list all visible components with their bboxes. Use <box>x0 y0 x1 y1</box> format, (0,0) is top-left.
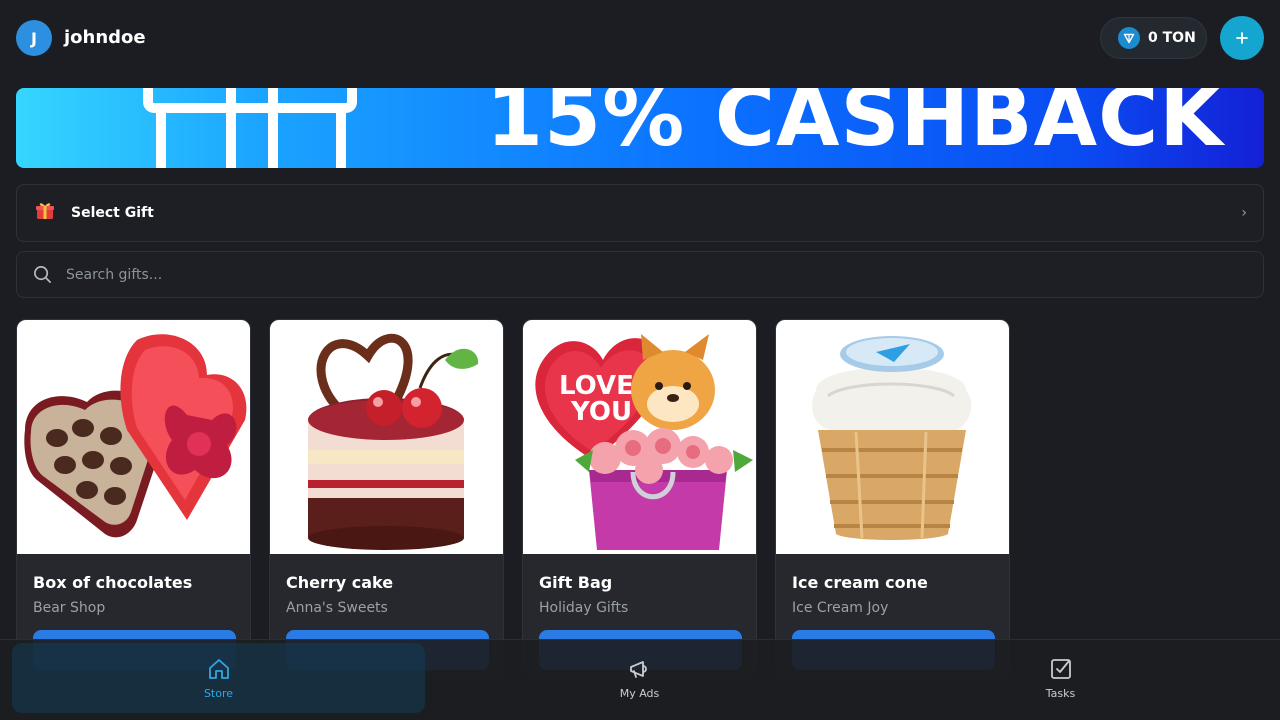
select-gift-row[interactable]: Select Gift › <box>16 184 1264 242</box>
home-icon <box>208 658 229 679</box>
nav-item-my-ads[interactable]: My Ads <box>433 643 846 713</box>
megaphone-icon <box>629 660 647 678</box>
gift-card[interactable]: Box of chocolates Bear Shop <box>16 319 251 679</box>
search-bar[interactable] <box>16 251 1264 298</box>
search-input[interactable] <box>66 266 1216 283</box>
nav-label: Store <box>203 686 234 700</box>
balance-text: 0 TON <box>1148 30 1196 46</box>
gift-card[interactable]: LOVE YOU Gift Bag Holiday Gifts <box>522 319 757 679</box>
bottom-nav: Store My Ads Tasks <box>0 639 1280 720</box>
svg-text:YOU: YOU <box>570 397 632 427</box>
ton-icon <box>1118 27 1140 49</box>
gift-title: Gift Bag <box>539 573 613 592</box>
gift-shop: Anna's Sweets <box>286 600 388 616</box>
chevron-right-icon: › <box>1241 205 1247 221</box>
nav-item-tasks[interactable]: Tasks <box>854 643 1267 713</box>
avatar-letter: J <box>31 28 37 48</box>
gift-card[interactable]: Ice cream cone Ice Cream Joy <box>775 319 1010 679</box>
nav-label: My Ads <box>619 686 660 700</box>
nav-label: Tasks <box>1045 686 1076 700</box>
gift-shop: Holiday Gifts <box>539 600 629 616</box>
header: J johndoe 0 TON <box>0 0 1280 78</box>
add-button[interactable] <box>1220 16 1264 60</box>
gift-title: Cherry cake <box>286 573 394 592</box>
plus-icon <box>1236 32 1248 44</box>
gift-title: Ice cream cone <box>792 573 928 592</box>
gift-icon <box>35 201 55 225</box>
gift-shop: Ice Cream Joy <box>792 600 889 616</box>
avatar[interactable]: J <box>16 20 52 56</box>
gift-image-chocolates <box>17 320 250 554</box>
checkbox-icon <box>1050 658 1071 679</box>
banner-text: 15% CASHBACK <box>486 88 1224 165</box>
balance-pill[interactable]: 0 TON <box>1100 17 1207 59</box>
gift-image-cherry-cake <box>270 320 503 554</box>
gift-shop: Bear Shop <box>33 600 106 616</box>
promo-banner[interactable]: 15% CASHBACK <box>16 88 1264 168</box>
username: johndoe <box>64 27 146 48</box>
nav-item-store[interactable]: Store <box>12 643 425 713</box>
gift-box-outline-graphic <box>143 88 357 168</box>
gift-image-ice-cream <box>776 320 1009 554</box>
search-icon <box>34 266 51 283</box>
gift-title: Box of chocolates <box>33 573 193 592</box>
gift-image-gift-bag: LOVE YOU <box>523 320 756 554</box>
gift-card[interactable]: Cherry cake Anna's Sweets <box>269 319 504 679</box>
select-gift-label: Select Gift <box>71 205 154 221</box>
